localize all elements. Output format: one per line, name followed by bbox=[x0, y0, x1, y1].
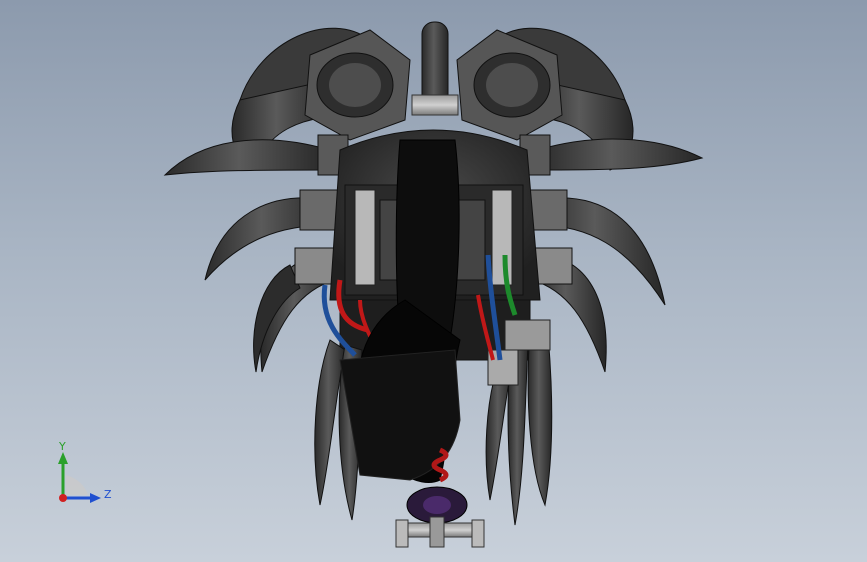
top-center-nut bbox=[411, 94, 459, 116]
lower-right-tubes bbox=[485, 319, 553, 526]
cad-model[interactable] bbox=[0, 0, 867, 562]
view-orientation-triad: Y Z bbox=[58, 440, 112, 503]
top-center-tube bbox=[421, 21, 449, 108]
z-axis-label: Z bbox=[104, 488, 112, 501]
y-axis-arrow-icon bbox=[58, 452, 68, 464]
graphics-viewport[interactable]: Y Z bbox=[0, 0, 867, 562]
z-axis-arrow-icon bbox=[90, 493, 101, 503]
bottom-bolt bbox=[395, 516, 485, 548]
y-axis-label: Y bbox=[58, 440, 66, 453]
x-axis-dot-icon bbox=[59, 494, 67, 502]
triad-plane-icon bbox=[66, 475, 88, 495]
